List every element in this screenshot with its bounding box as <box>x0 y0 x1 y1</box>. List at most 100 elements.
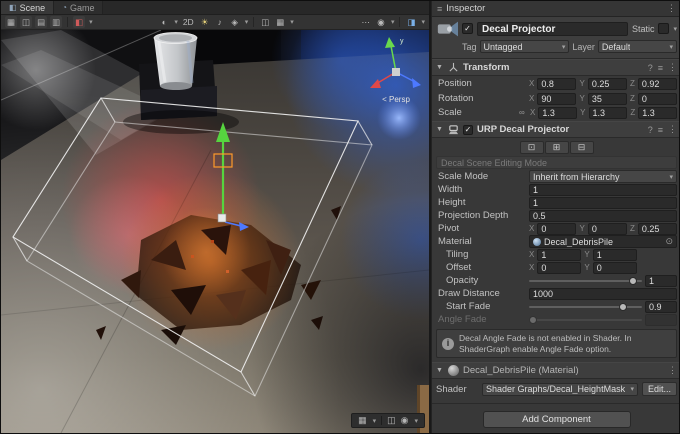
decal-pivot-tool-button[interactable]: ⊟ <box>570 141 594 154</box>
gizmos-toggle-icon[interactable]: ◉ <box>375 16 387 28</box>
offset-x-field[interactable]: 0 <box>537 262 581 274</box>
tiling-x-field[interactable]: 1 <box>537 249 581 261</box>
object-picker-icon[interactable]: ⊙ <box>665 236 673 247</box>
projection-depth-field[interactable]: 0.5 <box>529 210 677 222</box>
gizmos-dropdown-icon[interactable]: ▾ <box>391 18 395 26</box>
static-checkbox[interactable] <box>658 23 669 34</box>
tag-dropdown[interactable]: Untagged ▾ <box>480 40 570 53</box>
offset-y-field[interactable]: 0 <box>593 262 637 274</box>
overlay-grid-icon[interactable]: ▦ <box>5 16 17 28</box>
effects-icon[interactable]: ◈ <box>229 16 241 28</box>
lighting-toggle-icon[interactable]: ☀ <box>199 16 211 28</box>
static-dropdown-icon[interactable]: ▾ <box>673 25 677 33</box>
position-x-field[interactable]: 0.8 <box>537 78 576 90</box>
camera-settings-icon[interactable]: ◨ <box>405 16 417 28</box>
tab-game[interactable]: ◔ Game <box>54 1 103 14</box>
debug-paint-icon[interactable]: ◧ <box>73 16 85 28</box>
gameobject-name-field[interactable]: Decal Projector <box>477 22 628 36</box>
toggle-2d-button[interactable]: 2D <box>181 16 196 28</box>
pivot-z-field[interactable]: 0.25 <box>638 223 677 235</box>
preset-icon[interactable]: ≡ <box>658 125 663 135</box>
scale-x-field[interactable]: 1.3 <box>538 107 577 119</box>
persp-label[interactable]: < Persp <box>382 95 410 104</box>
grid-dropdown-icon[interactable]: ▾ <box>290 18 294 26</box>
help-icon[interactable]: ? <box>648 125 653 135</box>
material-section-header[interactable]: ▼ Decal_DebrisPile (Material) ⋮ <box>432 362 680 379</box>
context-menu-icon[interactable]: ⋮ <box>668 124 677 135</box>
draw-distance-label: Draw Distance <box>438 288 526 299</box>
rotation-z-field[interactable]: 0 <box>638 93 677 105</box>
inspector-tab[interactable]: ≡ Inspector ⋮ <box>432 1 680 17</box>
context-menu-icon[interactable]: ⋮ <box>668 365 677 376</box>
context-menu-icon[interactable]: ⋮ <box>668 62 677 73</box>
overlay-dropdown-icon[interactable]: ▾ <box>414 417 418 425</box>
shading-mode-icon[interactable]: ◐ <box>158 16 170 28</box>
material-section-title: Decal_DebrisPile (Material) <box>463 365 579 376</box>
offset-label: Offset <box>446 262 526 273</box>
foldout-icon[interactable]: ▼ <box>436 367 444 374</box>
snap-grid-dropdown-icon[interactable]: ▾ <box>373 417 377 425</box>
component-enabled-checkbox[interactable]: ✓ <box>463 125 473 135</box>
tiling-y-field[interactable]: 1 <box>593 249 637 261</box>
position-label[interactable]: Position <box>438 78 526 89</box>
shading-dropdown-icon[interactable]: ▾ <box>174 18 178 26</box>
grid-visibility-icon[interactable]: ▦ <box>274 16 286 28</box>
help-icon[interactable]: ? <box>648 63 653 73</box>
decal-crop-tool-button[interactable]: ⊞ <box>545 141 569 154</box>
audio-toggle-icon[interactable]: ♪ <box>214 16 226 28</box>
inspector-menu-icon[interactable]: ⋮ <box>667 3 676 14</box>
rotation-y-field[interactable]: 35 <box>588 93 627 105</box>
decal-projector-header[interactable]: ▼ ✓ URP Decal Projector ? ≡ ⋮ <box>432 121 680 138</box>
snap-grid-icon[interactable]: ▦ <box>358 415 367 426</box>
transform-header[interactable]: ▼ Transform ? ≡ ⋮ <box>432 59 680 76</box>
hidden-objects-icon[interactable]: ◫ <box>259 16 271 28</box>
overlay-panels-icon[interactable]: ◫ <box>387 415 396 426</box>
tab-game-label: Game <box>70 3 95 13</box>
opacity-field[interactable]: 1 <box>645 275 677 287</box>
tab-scene[interactable]: ◧ Scene <box>1 1 54 14</box>
foldout-icon[interactable]: ▼ <box>436 64 444 71</box>
pivot-y-field[interactable]: 0 <box>588 223 627 235</box>
scale-mode-dropdown[interactable]: Inherit from Hierarchy ▾ <box>529 170 677 183</box>
scale-y-field[interactable]: 1.3 <box>589 107 628 119</box>
effects-dropdown-icon[interactable]: ▾ <box>245 18 249 26</box>
position-y-field[interactable]: 0.25 <box>588 78 627 90</box>
panels-icon[interactable]: ◫ <box>20 16 32 28</box>
foldout-icon[interactable]: ▼ <box>436 126 444 133</box>
material-label: Material <box>438 236 526 247</box>
gameobject-enabled-checkbox[interactable]: ✓ <box>462 23 473 34</box>
layer-dropdown[interactable]: Default ▾ <box>598 40 677 53</box>
start-fade-field[interactable]: 0.9 <box>645 301 677 313</box>
pivot-x-field[interactable]: 0 <box>537 223 576 235</box>
start-fade-slider[interactable] <box>529 301 642 313</box>
scale-link-icon[interactable]: ∞ <box>519 108 527 117</box>
scene-tab-icon: ◧ <box>9 3 17 12</box>
decal-scale-tool-button[interactable]: ⊡ <box>520 141 544 154</box>
scale-z-field[interactable]: 1.3 <box>638 107 677 119</box>
shader-dropdown[interactable]: Shader Graphs/Decal_HeightMask ▾ <box>482 383 638 396</box>
rotation-label[interactable]: Rotation <box>438 93 526 104</box>
info-icon: i <box>442 338 454 350</box>
width-field[interactable]: 1 <box>529 184 677 196</box>
layers-icon[interactable]: ▤ <box>35 16 47 28</box>
rows-icon[interactable]: ▥ <box>50 16 62 28</box>
gameobject-header: ✓ Decal Projector Static ▾ Tag Untagged … <box>432 17 680 59</box>
debug-dropdown-icon[interactable]: ▾ <box>89 18 93 26</box>
add-component-button[interactable]: Add Component <box>483 411 631 428</box>
draw-distance-field[interactable]: 1000 <box>529 288 677 300</box>
height-field[interactable]: 1 <box>529 197 677 209</box>
toolbar-divider <box>399 17 400 27</box>
scene-3d-viewport[interactable]: y < Persp <box>1 30 429 433</box>
material-object-field[interactable]: Decal_DebrisPile ⊙ <box>529 235 677 248</box>
rotation-x-field[interactable]: 90 <box>537 93 576 105</box>
more-tools-icon[interactable]: ⋯ <box>359 16 372 28</box>
unity-editor-window: ◧ Scene ◔ Game ▦ ◫ ▤ ▥ ◧ ▾ ◐ ▾ 2D <box>0 0 680 434</box>
scale-label[interactable]: Scale <box>438 107 516 118</box>
opacity-slider[interactable] <box>529 275 642 287</box>
position-z-field[interactable]: 0.92 <box>638 78 677 90</box>
overlay-gizmo-icon[interactable]: ◉ <box>401 415 409 426</box>
camera-dropdown-icon[interactable]: ▾ <box>421 18 425 26</box>
shader-edit-button[interactable]: Edit... <box>642 382 677 396</box>
decal-editing-mode-label: Decal Scene Editing Mode <box>436 156 677 169</box>
preset-icon[interactable]: ≡ <box>658 63 663 73</box>
